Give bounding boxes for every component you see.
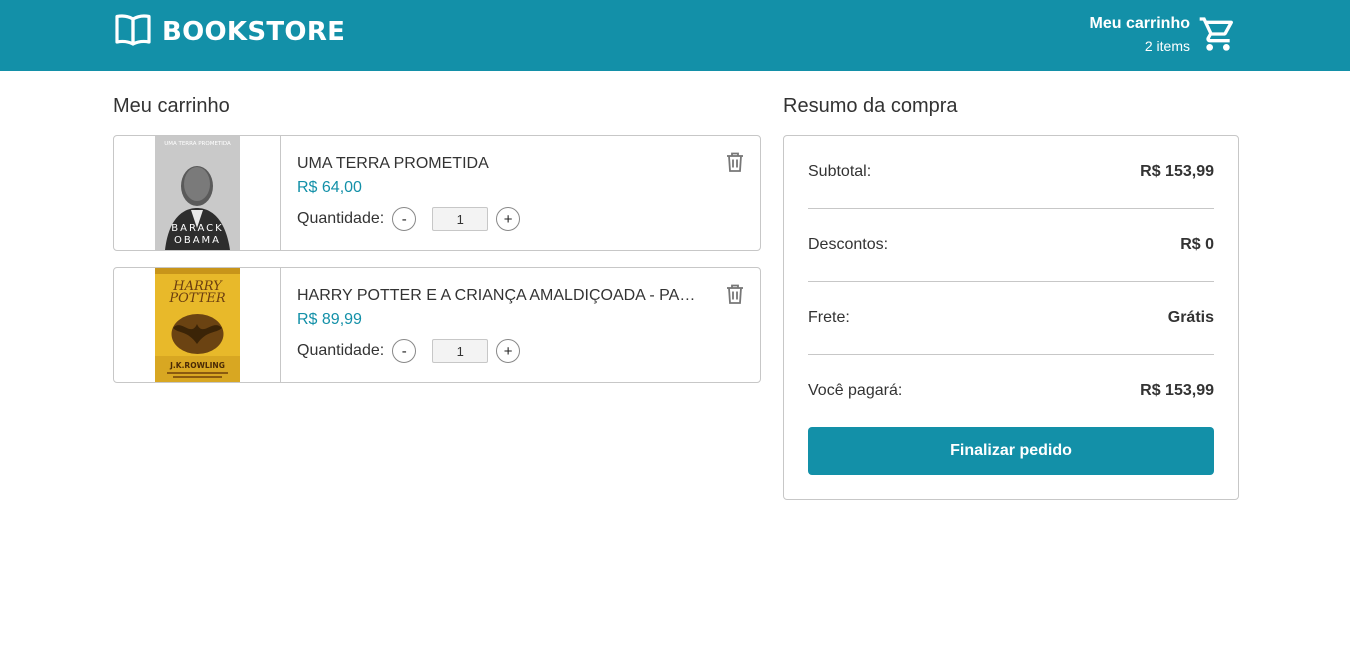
quantity-control: Quantidade: - +	[297, 339, 697, 363]
cover-title-line2: POTTER	[168, 291, 225, 306]
summary-label: Você pagará:	[808, 382, 903, 399]
summary-section-title: Resumo da compra	[783, 95, 958, 117]
summary-label: Frete:	[808, 309, 850, 326]
order-summary-panel: Subtotal: R$ 153,99 Descontos: R$ 0 Fret…	[783, 135, 1239, 500]
cover-author-first: BARACK	[171, 223, 223, 234]
summary-row-discounts: Descontos: R$ 0	[808, 236, 1214, 254]
finish-order-button[interactable]: Finalizar pedido	[808, 427, 1214, 475]
item-title[interactable]: HARRY POTTER E A CRIANÇA AMALDIÇOADA - P…	[297, 287, 697, 305]
divider	[808, 208, 1214, 209]
summary-value: R$ 153,99	[1140, 382, 1214, 399]
summary-value: R$ 153,99	[1140, 163, 1214, 180]
cart-section-title: Meu carrinho	[113, 95, 230, 117]
quantity-label: Quantidade:	[297, 342, 385, 359]
decrement-button[interactable]: -	[392, 339, 417, 363]
quantity-input[interactable]	[432, 207, 489, 231]
quantity-control: Quantidade: - +	[297, 207, 697, 231]
increment-button[interactable]: +	[496, 339, 521, 363]
increment-button[interactable]: +	[496, 207, 521, 231]
cover-author-last: OBAMA	[173, 235, 220, 246]
book-cover-image: HARRY POTTER J.K.ROWLING	[154, 268, 240, 382]
cart-item: HARRY POTTER J.K.ROWLING HARRY POTTER E …	[113, 267, 761, 383]
divider	[808, 281, 1214, 282]
header-cart-link[interactable]: Meu carrinho 2 items	[1090, 14, 1238, 59]
item-title[interactable]: UMA TERRA PROMETIDA	[297, 155, 697, 173]
book-cover-image: UMA TERRA PROMETIDA BARACK OBAMA	[154, 136, 240, 250]
cart-item: UMA TERRA PROMETIDA BARACK OBAMA UMA TER…	[113, 135, 761, 251]
top-navbar: BOOKSTORE Meu carrinho 2 items	[0, 0, 1350, 71]
header-cart-title: Meu carrinho	[1089, 15, 1190, 32]
item-price: R$ 89,99	[297, 311, 362, 328]
cover-title-text: UMA TERRA PROMETIDA	[164, 141, 231, 147]
summary-value: R$ 0	[1180, 236, 1214, 253]
trash-icon[interactable]	[726, 284, 744, 304]
summary-label: Descontos:	[808, 236, 889, 253]
header-cart-count: 2 items	[1144, 38, 1190, 54]
brand-logo[interactable]: BOOKSTORE	[114, 13, 346, 52]
summary-row-shipping: Frete: Grátis	[808, 309, 1214, 327]
quantity-label: Quantidade:	[297, 210, 385, 227]
shopping-cart-icon[interactable]	[1198, 14, 1238, 59]
quantity-input[interactable]	[432, 339, 489, 363]
summary-value: Grátis	[1167, 309, 1214, 326]
item-price: R$ 64,00	[297, 179, 362, 196]
summary-row-subtotal: Subtotal: R$ 153,99	[808, 163, 1214, 181]
brand-name: BOOKSTORE	[162, 17, 346, 47]
book-open-icon	[114, 13, 152, 52]
summary-row-total: Você pagará: R$ 153,99	[808, 382, 1214, 400]
trash-icon[interactable]	[726, 152, 744, 172]
cover-author: J.K.ROWLING	[169, 361, 225, 370]
divider	[808, 354, 1214, 355]
summary-label: Subtotal:	[808, 163, 872, 180]
decrement-button[interactable]: -	[392, 207, 417, 231]
